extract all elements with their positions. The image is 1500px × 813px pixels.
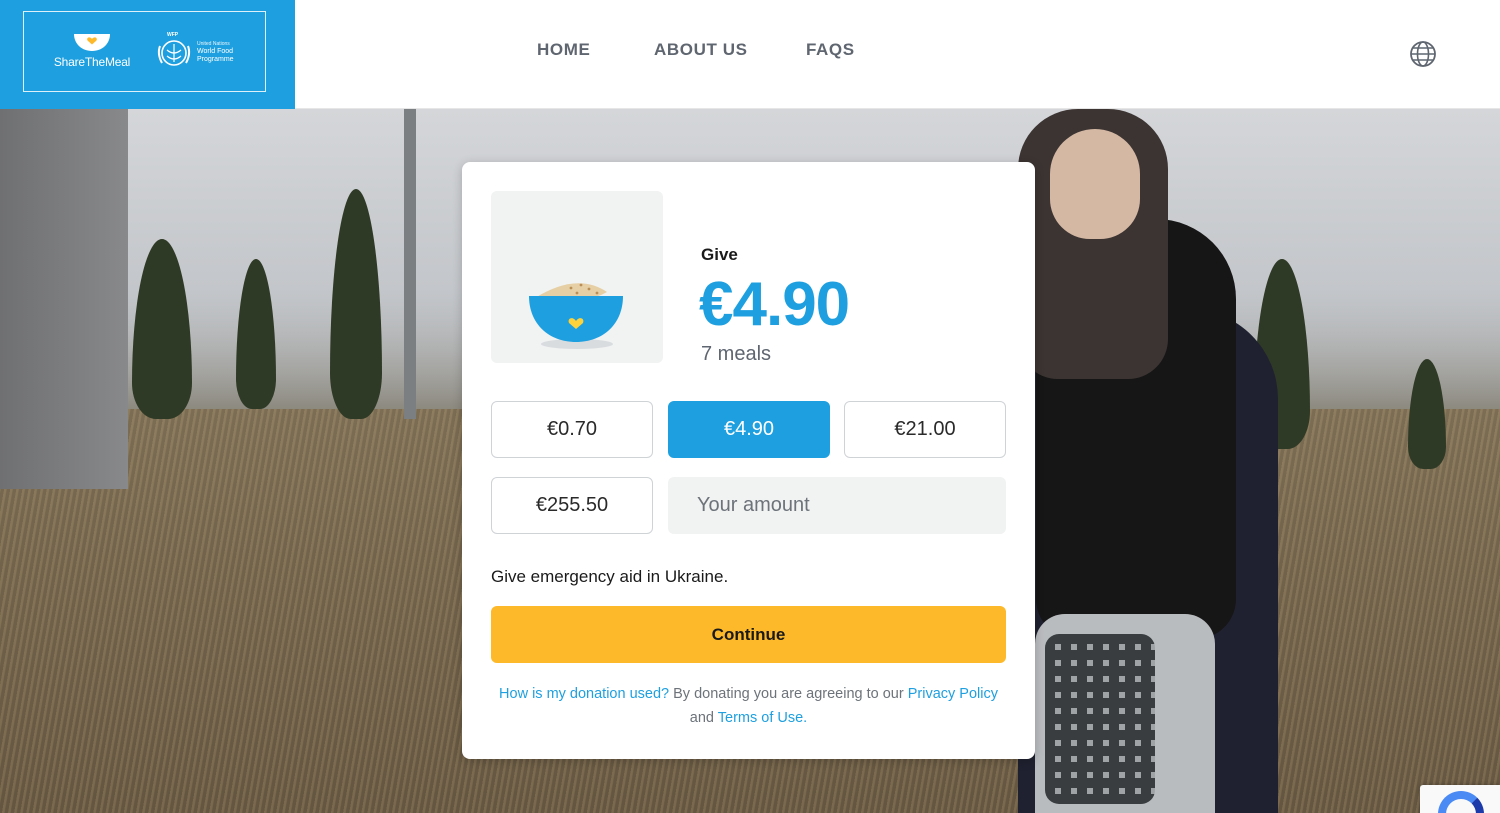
pole xyxy=(404,109,416,419)
privacy-policy-link[interactable]: Privacy Policy xyxy=(908,686,998,702)
bowl-icon xyxy=(529,283,623,349)
selected-amount: €4.90 xyxy=(699,270,850,339)
and-text: and xyxy=(689,710,718,726)
continue-button[interactable]: Continue xyxy=(491,606,1006,663)
donation-usage-link[interactable]: How is my donation used? xyxy=(499,686,669,702)
meal-tile xyxy=(491,191,663,363)
legal-notice: How is my donation used? By donating you… xyxy=(491,682,1006,730)
donation-card: Give €4.90 7 meals €0.70 €4.90 €21.00 €2… xyxy=(462,162,1035,759)
give-label: Give xyxy=(701,245,738,264)
custom-amount-input[interactable] xyxy=(668,477,1006,534)
face xyxy=(1050,129,1140,239)
pet-carrier xyxy=(1035,614,1215,813)
amount-option-255-50[interactable]: €255.50 xyxy=(491,477,653,534)
site-header: ShareTheMeal WFP United Nations World Fo… xyxy=(0,0,1500,109)
amount-option-0-70[interactable]: €0.70 xyxy=(491,401,653,458)
nav-faqs[interactable]: FAQS xyxy=(806,40,855,60)
nav-about-us[interactable]: ABOUT US xyxy=(654,40,748,60)
cause-text: Give emergency aid in Ukraine. xyxy=(491,567,729,586)
nav-home[interactable]: HOME xyxy=(537,40,590,60)
wall xyxy=(0,109,128,489)
amount-option-4-90[interactable]: €4.90 xyxy=(668,401,830,458)
agree-text: By donating you are agreeing to our xyxy=(669,686,908,702)
globe-icon[interactable] xyxy=(1409,40,1437,68)
main-nav: HOME ABOUT US FAQS xyxy=(0,40,1500,62)
recaptcha-icon xyxy=(1438,791,1484,813)
terms-of-use-link[interactable]: Terms of Use. xyxy=(718,710,807,726)
amount-option-21-00[interactable]: €21.00 xyxy=(844,401,1006,458)
meals-count: 7 meals xyxy=(701,343,772,365)
recaptcha-badge[interactable] xyxy=(1420,785,1500,813)
carrier-grille xyxy=(1045,634,1155,804)
